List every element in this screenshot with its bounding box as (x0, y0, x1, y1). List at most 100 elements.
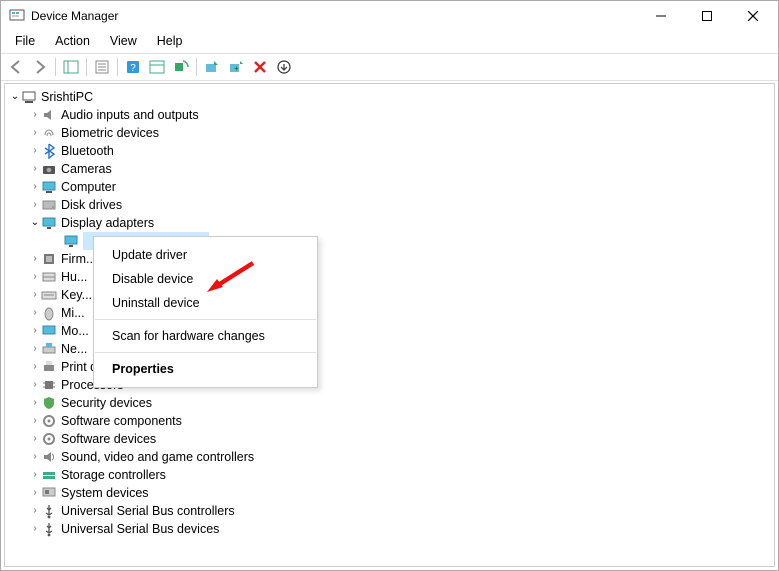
chevron-right-icon[interactable]: › (29, 466, 41, 484)
tree-item[interactable]: ›Audio inputs and outputs (5, 106, 774, 124)
add-legacy-icon[interactable]: + (225, 56, 247, 78)
chevron-right-icon[interactable]: › (29, 106, 41, 124)
chevron-right-icon[interactable]: › (29, 250, 41, 268)
tree-item[interactable]: ›Biometric devices (5, 124, 774, 142)
usb-icon (41, 503, 57, 519)
uninstall-icon[interactable] (273, 56, 295, 78)
storage-icon (41, 467, 57, 483)
svg-text:+: + (234, 64, 239, 73)
chevron-right-icon[interactable]: › (29, 358, 41, 376)
update-driver-icon[interactable] (201, 56, 223, 78)
scan-hardware-icon[interactable] (170, 56, 192, 78)
chevron-right-icon[interactable]: › (29, 340, 41, 358)
computer-icon (21, 89, 37, 105)
properties-icon[interactable] (91, 56, 113, 78)
maximize-button[interactable] (684, 1, 730, 31)
mouse-icon (41, 305, 57, 321)
chevron-down-icon[interactable]: ⌄ (29, 214, 41, 232)
help-icon[interactable]: ? (122, 56, 144, 78)
context-menu-separator (95, 319, 316, 320)
toolbar-separator (117, 58, 118, 76)
tree-item[interactable]: ›Disk drives (5, 196, 774, 214)
chevron-right-icon[interactable]: › (29, 268, 41, 286)
sound-icon (41, 449, 57, 465)
ctx-scan-hardware[interactable]: Scan for hardware changes (94, 324, 317, 348)
ctx-properties[interactable]: Properties (94, 357, 317, 381)
software-icon (41, 431, 57, 447)
tree-item[interactable]: ›Bluetooth (5, 142, 774, 160)
context-menu-separator (95, 352, 316, 353)
disk-icon (41, 197, 57, 213)
back-icon[interactable] (5, 56, 27, 78)
chevron-right-icon[interactable]: › (29, 178, 41, 196)
tree-item[interactable]: ›Software components (5, 412, 774, 430)
minimize-button[interactable] (638, 1, 684, 31)
tree-item[interactable]: ›Universal Serial Bus controllers (5, 502, 774, 520)
system-icon (41, 485, 57, 501)
toolbar-separator (196, 58, 197, 76)
titlebar: Device Manager (1, 1, 778, 31)
tree-item[interactable]: ›Computer (5, 178, 774, 196)
chevron-right-icon[interactable]: › (29, 412, 41, 430)
chevron-right-icon[interactable]: › (29, 196, 41, 214)
chevron-right-icon[interactable]: › (29, 448, 41, 466)
context-menu: Update driver Disable device Uninstall d… (93, 236, 318, 388)
printer-icon (41, 359, 57, 375)
tree-item[interactable]: ›Security devices (5, 394, 774, 412)
chevron-right-icon[interactable]: › (29, 304, 41, 322)
ctx-update-driver[interactable]: Update driver (94, 243, 317, 267)
toolbar: ? + (1, 53, 778, 81)
chevron-right-icon[interactable]: › (29, 484, 41, 502)
tree-root[interactable]: ⌄ SrishtiPC (5, 88, 774, 106)
chip-icon (41, 251, 57, 267)
ctx-uninstall-device[interactable]: Uninstall device (94, 291, 317, 315)
security-icon (41, 395, 57, 411)
chevron-right-icon[interactable]: › (29, 322, 41, 340)
software-icon (41, 413, 57, 429)
menu-view[interactable]: View (100, 31, 147, 53)
disable-icon[interactable] (249, 56, 271, 78)
chevron-right-icon[interactable]: › (29, 124, 41, 142)
chevron-right-icon[interactable]: › (29, 376, 41, 394)
hid-icon (41, 269, 57, 285)
chevron-right-icon[interactable]: › (29, 394, 41, 412)
cpu-icon (41, 377, 57, 393)
toolbar-separator (55, 58, 56, 76)
display-icon (63, 233, 79, 249)
chevron-right-icon[interactable]: › (29, 160, 41, 178)
chevron-right-icon[interactable]: › (29, 142, 41, 160)
show-hide-console-icon[interactable] (60, 56, 82, 78)
speaker-icon (41, 107, 57, 123)
keyboard-icon (41, 287, 57, 303)
forward-icon[interactable] (29, 56, 51, 78)
chevron-right-icon[interactable]: › (29, 286, 41, 304)
menu-help[interactable]: Help (147, 31, 193, 53)
monitor-icon (41, 323, 57, 339)
tree-item-display-adapters[interactable]: ⌄Display adapters (5, 214, 774, 232)
tree-item[interactable]: ›System devices (5, 484, 774, 502)
display-icon (41, 215, 57, 231)
tree-item[interactable]: ›Universal Serial Bus devices (5, 520, 774, 538)
chevron-down-icon[interactable]: ⌄ (9, 88, 21, 106)
tree-item[interactable]: ›Storage controllers (5, 466, 774, 484)
computer-icon (41, 179, 57, 195)
bluetooth-icon (41, 143, 57, 159)
chevron-right-icon[interactable]: › (29, 520, 41, 538)
menu-action[interactable]: Action (45, 31, 100, 53)
menubar: File Action View Help (1, 31, 778, 53)
tree-root-label: SrishtiPC (41, 88, 93, 106)
chevron-right-icon[interactable]: › (29, 430, 41, 448)
tree-item[interactable]: ›Sound, video and game controllers (5, 448, 774, 466)
network-icon (41, 341, 57, 357)
toolbar-separator (86, 58, 87, 76)
camera-icon (41, 161, 57, 177)
tree-item[interactable]: ›Cameras (5, 160, 774, 178)
tree-item[interactable]: ›Software devices (5, 430, 774, 448)
details-icon[interactable] (146, 56, 168, 78)
ctx-disable-device[interactable]: Disable device (94, 267, 317, 291)
chevron-right-icon[interactable]: › (29, 502, 41, 520)
close-button[interactable] (730, 1, 776, 31)
menu-file[interactable]: File (5, 31, 45, 53)
window-title: Device Manager (31, 9, 638, 23)
app-icon (9, 8, 25, 24)
